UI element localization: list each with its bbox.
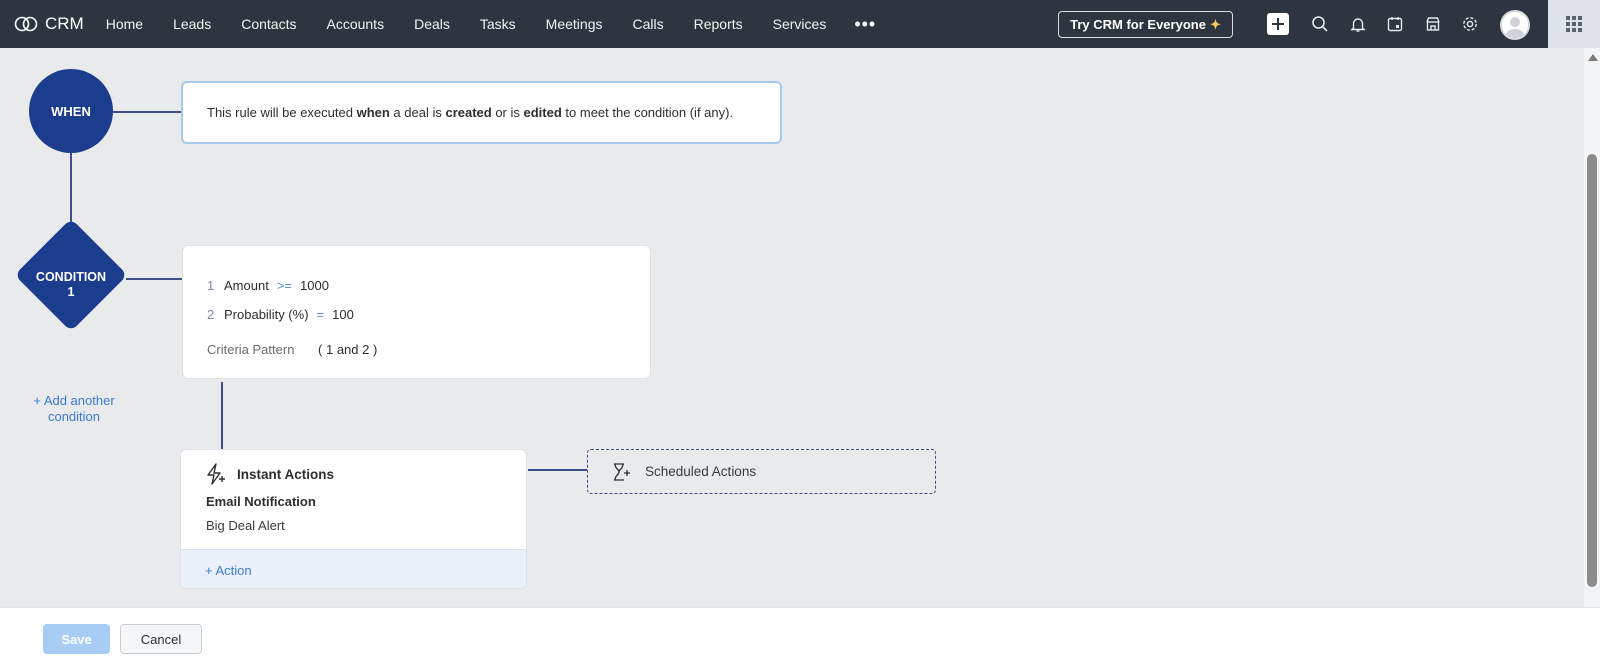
app-name: CRM — [45, 14, 84, 33]
nav-deals[interactable]: Deals — [414, 16, 450, 32]
calendar-icon[interactable] — [1384, 13, 1406, 35]
scheduled-actions-title: Scheduled Actions — [645, 464, 757, 479]
criteria-number: 2 — [207, 307, 215, 322]
when-text-2: when — [356, 105, 390, 120]
avatar[interactable] — [1500, 10, 1530, 40]
scrollbar-thumb[interactable] — [1587, 154, 1597, 587]
criteria-field: Probability (%) — [224, 307, 309, 322]
condition-criteria-box[interactable]: 1 Amount >= 1000 2 Probability (%) = 100… — [182, 245, 651, 379]
nav-calls[interactable]: Calls — [632, 16, 663, 32]
when-text-6: edited — [523, 105, 562, 120]
condition-connector — [126, 278, 182, 280]
action-type: Email Notification — [206, 494, 316, 509]
when-text-5: or is — [491, 105, 524, 120]
try-crm-label: Try CRM for Everyone — [1070, 17, 1206, 32]
sparkle-icon: ✦ — [1209, 16, 1221, 32]
criteria-operator: >= — [276, 278, 292, 293]
add-another-condition-link[interactable]: + Add another condition — [24, 393, 124, 425]
footer-bar: Save Cancel — [0, 607, 1600, 666]
hourglass-plus-icon — [614, 462, 630, 481]
cancel-button[interactable]: Cancel — [120, 624, 202, 654]
criteria-pattern-value: ( 1 and 2 ) — [318, 342, 378, 357]
criteria-pattern-label: Criteria Pattern — [207, 342, 295, 357]
scheduled-actions-box[interactable]: Scheduled Actions — [587, 449, 936, 494]
when-node[interactable]: WHEN — [29, 69, 113, 153]
bell-icon[interactable] — [1347, 13, 1369, 35]
gear-icon[interactable] — [1459, 13, 1481, 35]
nav-contacts[interactable]: Contacts — [241, 16, 296, 32]
lightning-plus-icon — [207, 463, 225, 485]
instant-actions-header: Instant Actions — [205, 463, 334, 485]
when-condition-connector — [70, 153, 72, 223]
save-button[interactable]: Save — [43, 624, 110, 654]
criteria-number: 1 — [207, 278, 215, 293]
when-text-7: to meet the condition (if any). — [561, 105, 734, 120]
criteria-field: Amount — [224, 278, 269, 293]
criteria-row: 1 Amount >= 1000 — [207, 278, 329, 293]
when-label: WHEN — [51, 103, 91, 119]
nav-reports[interactable]: Reports — [694, 16, 743, 32]
condition-node-label: CONDITION 1 — [16, 270, 126, 300]
instant-actions-card[interactable]: Instant Actions Email Notification Big D… — [180, 449, 527, 589]
criteria-row: 2 Probability (%) = 100 — [207, 307, 354, 322]
when-connector — [113, 111, 181, 113]
action-name[interactable]: Big Deal Alert — [206, 518, 285, 533]
when-description-box[interactable]: This rule will be executed when a deal i… — [181, 81, 782, 144]
when-text-1: This rule will be executed — [207, 105, 357, 120]
nav-links: Home Leads Contacts Accounts Deals Tasks… — [106, 16, 857, 32]
search-icon[interactable] — [1309, 13, 1331, 35]
add-action-button[interactable]: + Action — [181, 549, 526, 588]
condition-number: 1 — [67, 285, 75, 299]
criteria-operator: = — [316, 307, 325, 322]
more-menu-icon[interactable]: ••• — [854, 14, 876, 35]
nav-leads[interactable]: Leads — [173, 16, 211, 32]
nav-home[interactable]: Home — [106, 16, 143, 32]
plus-icon[interactable] — [1267, 13, 1289, 35]
nav-meetings[interactable]: Meetings — [546, 16, 603, 32]
criteria-value: 1000 — [300, 278, 329, 293]
try-crm-button[interactable]: Try CRM for Everyone ✦ — [1058, 11, 1233, 38]
nav-services[interactable]: Services — [773, 16, 827, 32]
top-nav: CRM Home Leads Contacts Accounts Deals T… — [0, 0, 1600, 48]
when-text-4: created — [445, 105, 492, 120]
crm-logo[interactable]: CRM — [14, 14, 84, 34]
action-scheduled-connector — [528, 469, 587, 471]
condition-action-connector — [221, 382, 223, 449]
criteria-pattern: Criteria Pattern ( 1 and 2 ) — [207, 342, 377, 357]
when-text-3: a deal is — [389, 105, 446, 120]
instant-actions-title: Instant Actions — [237, 466, 335, 482]
condition-label: CONDITION — [35, 270, 107, 284]
nav-tasks[interactable]: Tasks — [480, 16, 516, 32]
nav-accounts[interactable]: Accounts — [326, 16, 384, 32]
criteria-value: 100 — [332, 307, 354, 322]
apps-grid-icon[interactable] — [1548, 0, 1600, 48]
scroll-up-arrow-icon[interactable] — [1588, 54, 1598, 61]
crm-logo-icon — [14, 16, 38, 32]
store-icon[interactable] — [1422, 13, 1444, 35]
